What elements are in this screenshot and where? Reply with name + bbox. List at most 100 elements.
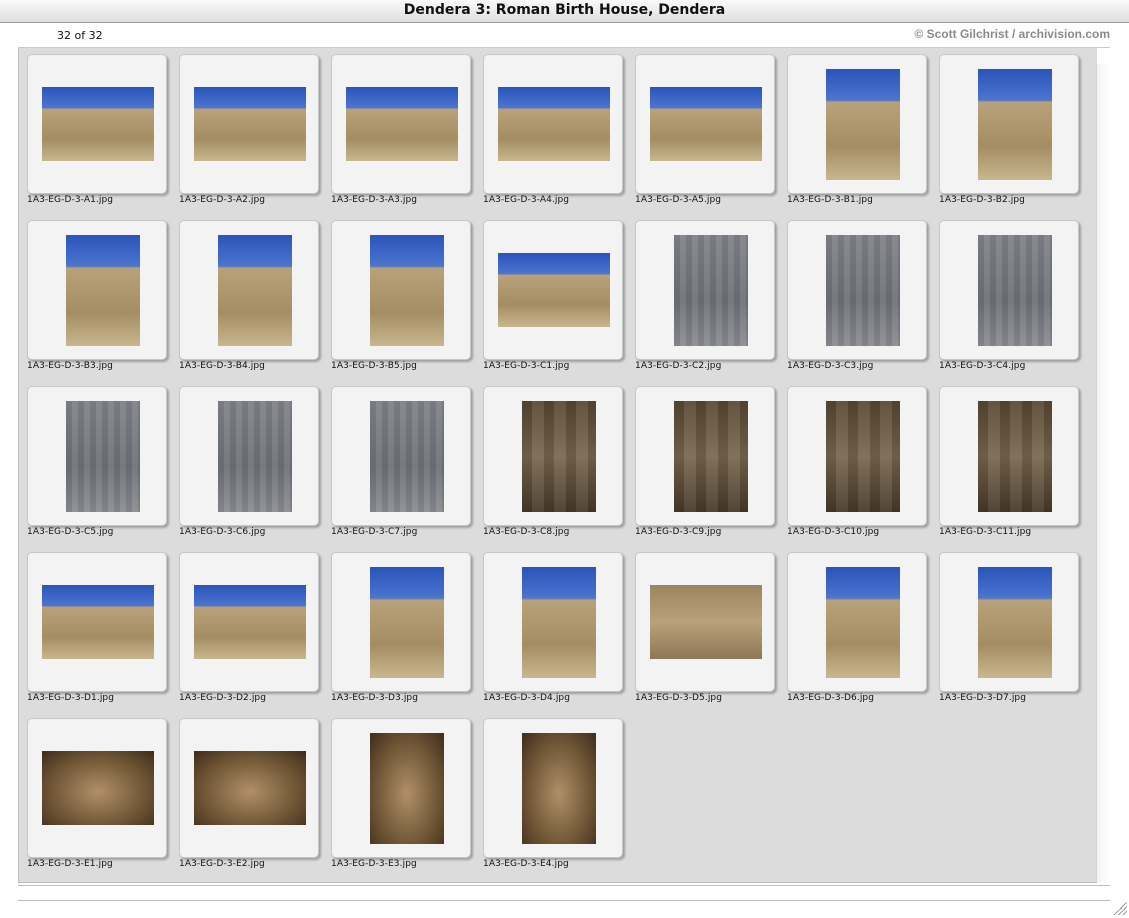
thumbnail-item[interactable]: 1A3-EG-D-3-D5.jpg (627, 546, 779, 708)
thumbnail-image[interactable] (978, 235, 1052, 346)
thumbnail-frame[interactable] (27, 386, 167, 526)
thumbnail-frame[interactable] (483, 54, 623, 194)
thumbnail-frame[interactable] (27, 54, 167, 194)
thumbnail-frame[interactable] (179, 386, 319, 526)
thumbnail-item[interactable]: 1A3-EG-D-3-A1.jpg (19, 48, 171, 210)
thumbnail-item[interactable]: 1A3-EG-D-3-C8.jpg (475, 380, 627, 542)
thumbnail-frame[interactable] (483, 552, 623, 692)
thumbnail-frame[interactable] (331, 220, 471, 360)
thumbnail-item[interactable]: 1A3-EG-D-3-D2.jpg (171, 546, 323, 708)
thumbnail-image[interactable] (194, 585, 306, 659)
thumbnail-item[interactable]: 1A3-EG-D-3-C7.jpg (323, 380, 475, 542)
thumbnail-image[interactable] (42, 585, 154, 659)
thumbnail-image[interactable] (370, 567, 444, 678)
thumbnail-frame[interactable] (179, 552, 319, 692)
thumbnail-image[interactable] (370, 401, 444, 512)
thumbnail-image[interactable] (674, 401, 748, 512)
thumbnail-frame[interactable] (787, 552, 927, 692)
thumbnail-frame[interactable] (635, 220, 775, 360)
thumbnail-image[interactable] (826, 69, 900, 180)
thumbnail-item[interactable]: 1A3-EG-D-3-D6.jpg (779, 546, 931, 708)
thumbnail-item[interactable]: 1A3-EG-D-3-D1.jpg (19, 546, 171, 708)
thumbnail-image[interactable] (978, 567, 1052, 678)
thumbnail-item[interactable]: 1A3-EG-D-3-A3.jpg (323, 48, 475, 210)
thumbnail-image[interactable] (522, 401, 596, 512)
thumbnail-image[interactable] (66, 401, 140, 512)
thumbnail-image[interactable] (194, 751, 306, 825)
thumbnail-image[interactable] (218, 401, 292, 512)
thumbnail-frame[interactable] (483, 718, 623, 858)
thumbnail-frame[interactable] (27, 552, 167, 692)
thumbnail-image[interactable] (826, 235, 900, 346)
thumbnail-image[interactable] (826, 401, 900, 512)
thumbnail-image[interactable] (66, 235, 140, 346)
thumbnail-item[interactable]: 1A3-EG-D-3-B2.jpg (931, 48, 1083, 210)
thumbnail-frame[interactable] (179, 220, 319, 360)
thumbnail-image[interactable] (498, 253, 610, 327)
thumbnail-frame[interactable] (179, 718, 319, 858)
thumbnail-item[interactable]: 1A3-EG-D-3-B4.jpg (171, 214, 323, 376)
thumbnail-image[interactable] (346, 87, 458, 161)
thumbnail-image[interactable] (42, 751, 154, 825)
vertical-scrollbar[interactable] (1096, 64, 1111, 882)
thumbnail-item[interactable]: 1A3-EG-D-3-E3.jpg (323, 712, 475, 874)
thumbnail-image[interactable] (370, 235, 444, 346)
thumbnail-frame[interactable] (787, 220, 927, 360)
thumbnail-item[interactable]: 1A3-EG-D-3-B3.jpg (19, 214, 171, 376)
thumbnail-image[interactable] (498, 87, 610, 161)
thumbnail-frame[interactable] (939, 386, 1079, 526)
thumbnail-item[interactable]: 1A3-EG-D-3-A2.jpg (171, 48, 323, 210)
thumbnail-frame[interactable] (787, 54, 927, 194)
thumbnail-frame[interactable] (331, 386, 471, 526)
thumbnail-item[interactable]: 1A3-EG-D-3-E4.jpg (475, 712, 627, 874)
thumbnail-frame[interactable] (483, 386, 623, 526)
thumbnail-item[interactable]: 1A3-EG-D-3-C9.jpg (627, 380, 779, 542)
thumbnail-item[interactable]: 1A3-EG-D-3-B1.jpg (779, 48, 931, 210)
thumbnail-item[interactable]: 1A3-EG-D-3-E2.jpg (171, 712, 323, 874)
thumbnail-item[interactable]: 1A3-EG-D-3-C6.jpg (171, 380, 323, 542)
thumbnail-image[interactable] (650, 87, 762, 161)
thumbnail-item[interactable]: 1A3-EG-D-3-B5.jpg (323, 214, 475, 376)
thumbnail-frame[interactable] (939, 220, 1079, 360)
thumbnail-frame[interactable] (331, 718, 471, 858)
thumbnail-item[interactable]: 1A3-EG-D-3-C10.jpg (779, 380, 931, 542)
thumbnail-item[interactable]: 1A3-EG-D-3-D7.jpg (931, 546, 1083, 708)
thumbnail-frame[interactable] (27, 718, 167, 858)
thumbnail-frame[interactable] (331, 54, 471, 194)
thumbnail-frame[interactable] (483, 220, 623, 360)
thumbnail-frame[interactable] (635, 54, 775, 194)
thumbnail-frame[interactable] (635, 386, 775, 526)
thumbnail-image[interactable] (194, 87, 306, 161)
thumbnail-image[interactable] (218, 235, 292, 346)
thumbnail-item[interactable]: 1A3-EG-D-3-C4.jpg (931, 214, 1083, 376)
thumbnail-image[interactable] (978, 401, 1052, 512)
thumbnail-image[interactable] (674, 235, 748, 346)
thumbnail-image[interactable] (826, 567, 900, 678)
thumbnail-item[interactable]: 1A3-EG-D-3-C3.jpg (779, 214, 931, 376)
thumbnail-image[interactable] (650, 585, 762, 659)
thumbnail-item[interactable]: 1A3-EG-D-3-D3.jpg (323, 546, 475, 708)
thumbnail-item[interactable]: 1A3-EG-D-3-C1.jpg (475, 214, 627, 376)
thumbnail-image[interactable] (978, 69, 1052, 180)
thumbnail-image[interactable] (42, 87, 154, 161)
thumbnail-item[interactable]: 1A3-EG-D-3-A5.jpg (627, 48, 779, 210)
thumbnail-item[interactable]: 1A3-EG-D-3-E1.jpg (19, 712, 171, 874)
thumbnail-image[interactable] (522, 733, 596, 844)
thumbnail-frame[interactable] (179, 54, 319, 194)
thumbnail-item[interactable]: 1A3-EG-D-3-C2.jpg (627, 214, 779, 376)
thumbnail-item[interactable]: 1A3-EG-D-3-C5.jpg (19, 380, 171, 542)
thumbnail-frame[interactable] (635, 552, 775, 692)
thumbnail-filename: 1A3-EG-D-3-B2.jpg (939, 195, 1025, 205)
thumbnail-frame[interactable] (939, 552, 1079, 692)
thumbnail-item[interactable]: 1A3-EG-D-3-C11.jpg (931, 380, 1083, 542)
thumbnail-frame[interactable] (27, 220, 167, 360)
thumbnail-item[interactable]: 1A3-EG-D-3-D4.jpg (475, 546, 627, 708)
thumbnail-image[interactable] (522, 567, 596, 678)
resize-grip-icon[interactable] (1112, 900, 1127, 915)
thumbnail-frame[interactable] (331, 552, 471, 692)
thumbnail-image[interactable] (370, 733, 444, 844)
thumbnail-frame[interactable] (787, 386, 927, 526)
window-titlebar[interactable]: Dendera 3: Roman Birth House, Dendera (0, 0, 1129, 23)
thumbnail-item[interactable]: 1A3-EG-D-3-A4.jpg (475, 48, 627, 210)
thumbnail-frame[interactable] (939, 54, 1079, 194)
